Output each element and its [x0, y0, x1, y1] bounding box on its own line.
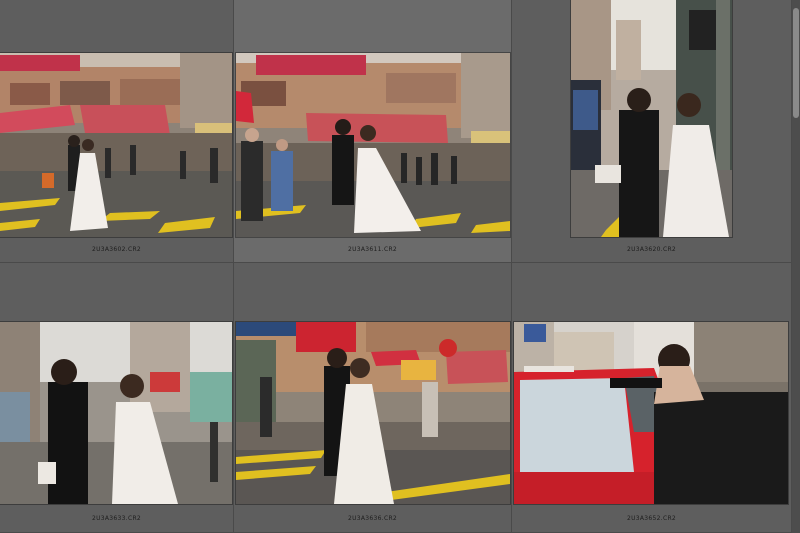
filename-label: 2U3A3636.CR2 — [347, 515, 398, 522]
filename-label: 2U3A3620.CR2 — [626, 246, 677, 253]
filename-label: 2U3A3602.CR2 — [91, 246, 142, 253]
thumbnail-cell[interactable]: 2U3A3652.CR2 — [512, 263, 792, 533]
photo-thumbnail[interactable] — [0, 53, 232, 237]
thumbnail-cell[interactable]: 2U3A3620.CR2 — [512, 0, 792, 263]
photo-thumbnail[interactable] — [571, 0, 732, 237]
thumbnail-grid: 2U3A3602.CR2 2U3A3611.CR2 2U3A3620.CR2 2… — [0, 0, 792, 533]
thumbnail-cell[interactable]: 2U3A3611.CR2 — [234, 0, 512, 263]
thumbnail-cell[interactable]: 2U3A3633.CR2 — [0, 263, 234, 533]
photo-thumbnail[interactable] — [514, 322, 788, 504]
filename-label: 2U3A3611.CR2 — [347, 246, 398, 253]
filename-label: 2U3A3633.CR2 — [91, 515, 142, 522]
photo-thumbnail[interactable] — [236, 53, 510, 237]
scrollbar-thumb[interactable] — [793, 8, 799, 118]
thumbnail-cell[interactable]: 2U3A3602.CR2 — [0, 0, 234, 263]
filename-label: 2U3A3652.CR2 — [626, 515, 677, 522]
thumbnail-cell[interactable]: 2U3A3636.CR2 — [234, 263, 512, 533]
photo-thumbnail[interactable] — [0, 322, 232, 504]
vertical-scrollbar[interactable] — [792, 0, 800, 533]
photo-thumbnail[interactable] — [236, 322, 510, 504]
